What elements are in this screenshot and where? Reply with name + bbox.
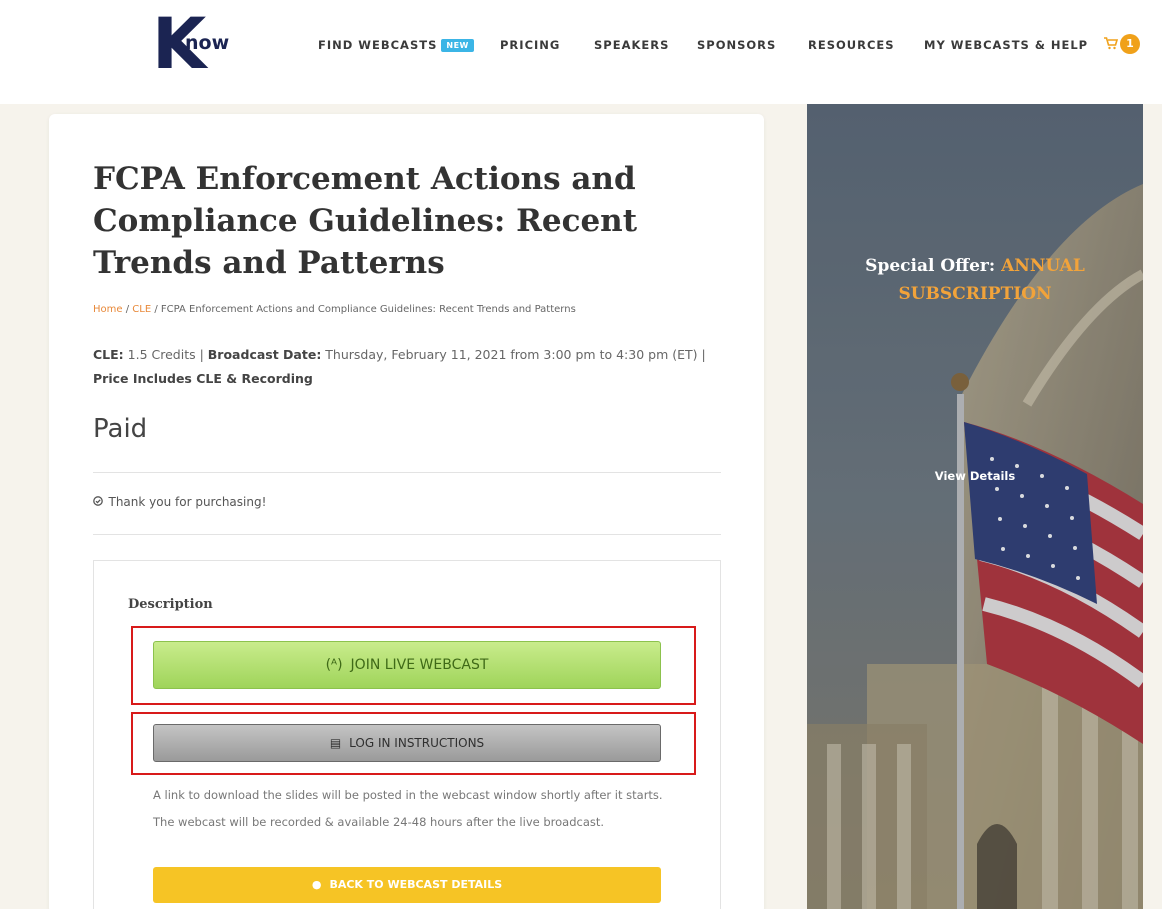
nav-my-webcasts-help[interactable]: MY WEBCASTS & HELP [924,38,1088,52]
description-heading: Description [128,597,213,612]
highlight-box-login [131,712,696,775]
back-to-webcast-details-button[interactable]: ● BACK TO WEBCAST DETAILS [153,867,661,903]
breadcrumb-current: FCPA Enforcement Actions and Compliance … [160,304,576,315]
site-header: K now FIND WEBCASTS NEW PRICING SPEAKERS … [0,0,1162,104]
breadcrumb-home[interactable]: Home [93,304,123,315]
special-offer-banner[interactable]: Special Offer: ANNUAL SUBSCRIPTION View … [807,104,1143,909]
breadcrumb: Home / CLE / FCPA Enforcement Actions an… [93,304,576,315]
breadcrumb-separator: / [151,304,161,315]
view-details-link[interactable]: View Details [807,469,1143,483]
nav-speakers[interactable]: SPEAKERS [594,38,669,52]
logo-text: now [185,32,230,54]
breadcrumb-cle[interactable]: CLE [132,304,151,315]
breadcrumb-separator: / [122,304,133,315]
thank-you-message: Thank you for purchasing! [93,495,266,509]
cart-count-badge: 1 [1120,34,1140,54]
cart-button[interactable]: 1 [1104,34,1144,56]
cle-label: CLE: [93,347,124,362]
nav-sponsors[interactable]: SPONSORS [697,38,776,52]
cle-value: 1.5 Credits | [123,347,208,362]
special-offer-prefix: Special Offer: [865,256,1002,276]
nav-find-webcasts[interactable]: FIND WEBCASTS NEW [318,38,474,52]
nav-find-webcasts-label: FIND WEBCASTS [318,38,438,52]
capitol-flag-image [807,104,1143,909]
divider [93,472,721,473]
thank-you-text: Thank you for purchasing! [108,495,267,509]
cart-icon [1104,37,1119,54]
know-logo[interactable]: K now [152,4,252,84]
back-circle-icon: ● [311,878,322,891]
price-note: Price Includes CLE & Recording [93,371,313,386]
divider [93,534,721,535]
page-title: FCPA Enforcement Actions and Compliance … [93,161,638,281]
webcast-meta: CLE: 1.5 Credits | Broadcast Date: Thurs… [93,343,733,391]
nav-resources[interactable]: RESOURCES [808,38,895,52]
broadcast-date-label: Broadcast Date: [207,347,322,362]
special-offer-heading: Special Offer: ANNUAL SUBSCRIPTION [807,252,1143,308]
purchase-status: Paid [93,414,148,444]
nav-pricing[interactable]: PRICING [500,38,560,52]
highlight-box-join [131,626,696,705]
check-circle-icon [93,496,107,509]
broadcast-date-value: Thursday, February 11, 2021 from 3:00 pm… [321,347,706,362]
webcast-card: FCPA Enforcement Actions and Compliance … [49,114,764,909]
webcast-note: A link to download the slides will be po… [153,788,663,829]
new-badge: NEW [441,39,474,52]
back-to-webcast-details-label: BACK TO WEBCAST DETAILS [329,878,503,891]
